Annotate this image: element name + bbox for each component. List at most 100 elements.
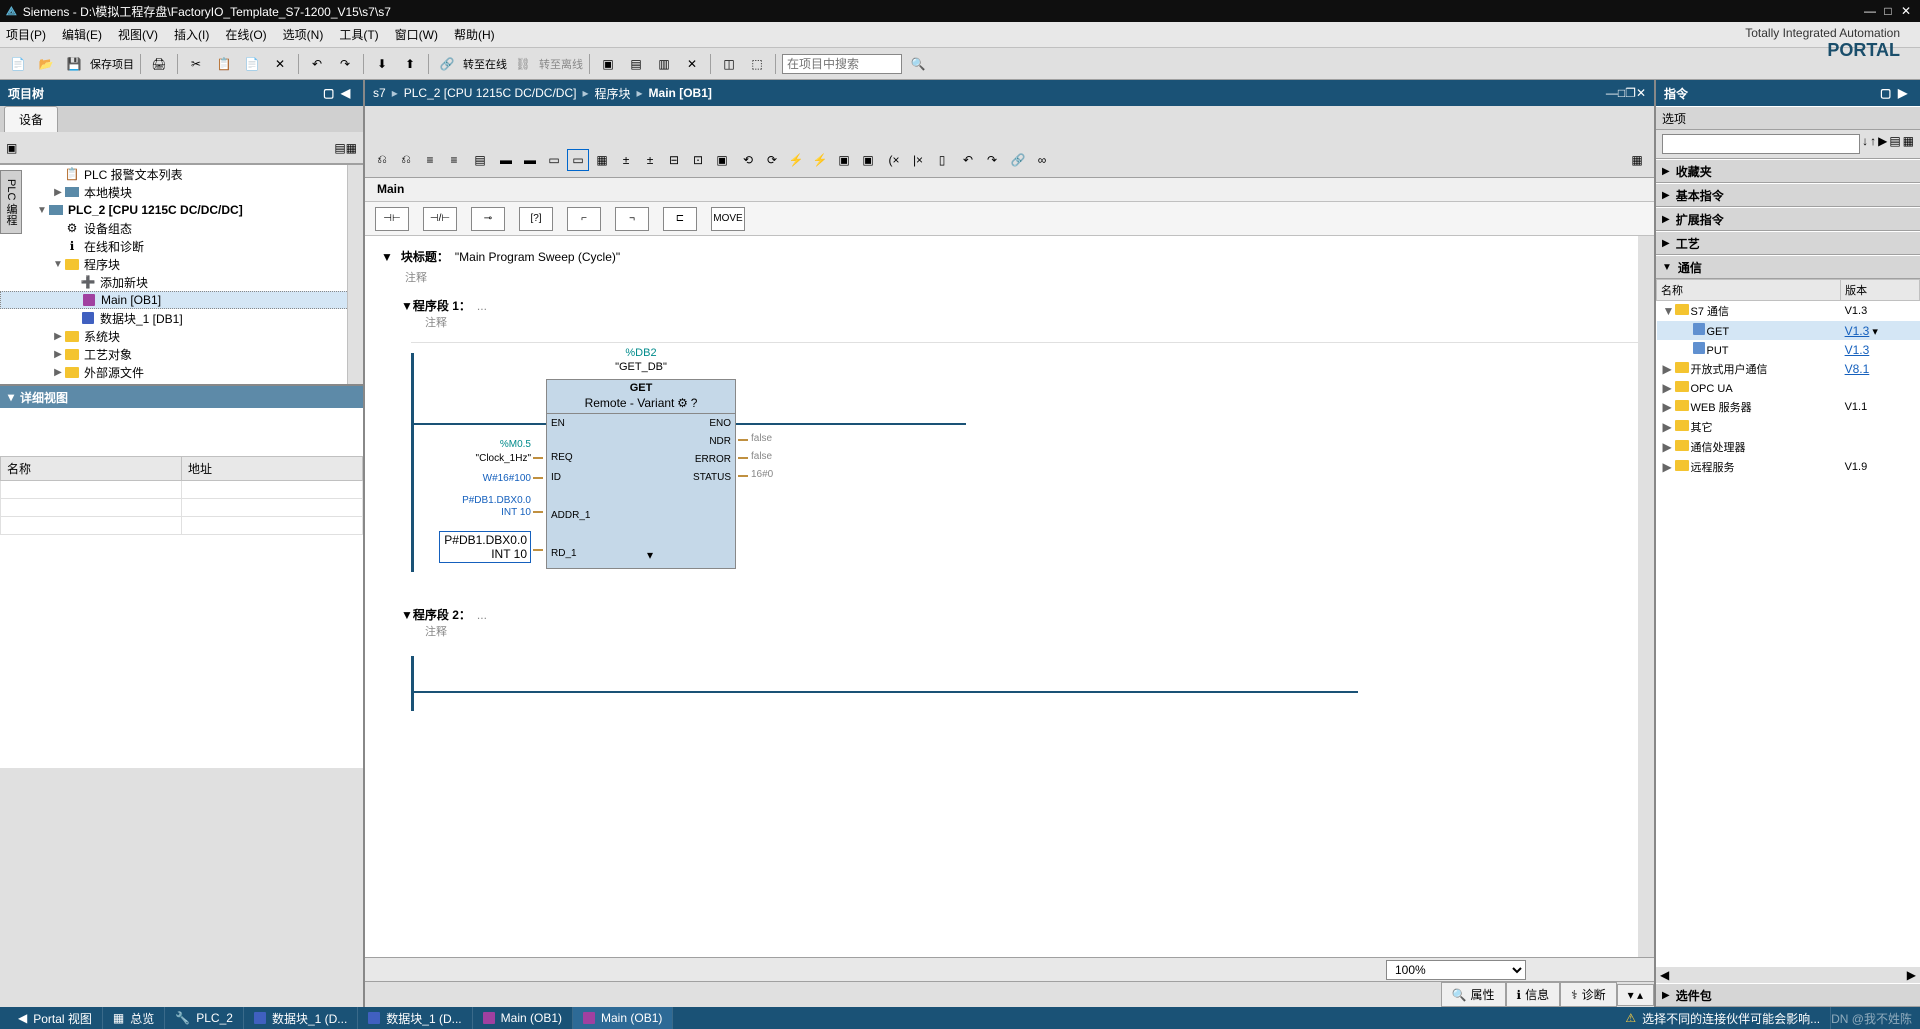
download-button[interactable]: ⬇	[370, 52, 394, 76]
block-collapse-icon[interactable]: ▼	[381, 250, 393, 264]
etb-21[interactable]: ▣	[857, 149, 879, 171]
instr-search-btn3[interactable]: ▶	[1878, 134, 1887, 154]
etb-22[interactable]: (×	[883, 149, 905, 171]
etb-9[interactable]: ▭	[567, 149, 589, 171]
tree-system-blocks[interactable]: ▶系统块	[0, 327, 363, 345]
tree-diag[interactable]: ℹ在线和诊断	[0, 237, 363, 255]
instr-search-btn2[interactable]: ↑	[1870, 134, 1876, 154]
etb-23[interactable]: |×	[907, 149, 929, 171]
bc-plc[interactable]: PLC_2 [CPU 1215C DC/DC/DC]	[404, 86, 577, 100]
undo-button[interactable]: ↶	[305, 52, 329, 76]
req-addr[interactable]: %M0.5	[431, 439, 531, 450]
project-search-input[interactable]	[782, 54, 902, 74]
tb-1[interactable]: ▣	[596, 52, 620, 76]
close-button[interactable]: ✕	[1898, 4, 1914, 18]
tree-tb-2[interactable]: ▤	[334, 141, 345, 155]
redo-button[interactable]: ↷	[333, 52, 357, 76]
tree-db1[interactable]: 数据块_1 [DB1]	[0, 309, 363, 327]
paste-button[interactable]: 📄	[240, 52, 264, 76]
sb-db1a[interactable]: 数据块_1 (D...	[244, 1007, 358, 1029]
ed-max-icon[interactable]: □	[1618, 86, 1625, 100]
split-h-button[interactable]: ◫	[717, 52, 741, 76]
etb-1[interactable]: ⎌	[371, 149, 393, 171]
menu-help[interactable]: 帮助(H)	[454, 26, 495, 43]
etb-17[interactable]: ⟳	[761, 149, 783, 171]
net2-collapse-icon[interactable]: ▼	[401, 608, 413, 622]
minimize-button[interactable]: —	[1862, 4, 1878, 18]
ed-min-icon[interactable]: —	[1606, 86, 1618, 100]
menu-tools[interactable]: 工具(T)	[339, 26, 378, 43]
favorites-section[interactable]: ▶收藏夹	[1656, 159, 1920, 183]
collapse-icon[interactable]: ◀	[341, 86, 355, 100]
etb-19[interactable]: ⚡	[809, 149, 831, 171]
etb-6[interactable]: ▬	[495, 149, 517, 171]
id-value[interactable]: W#16#100	[431, 473, 531, 484]
tree-add-block[interactable]: ➕添加新块	[0, 273, 363, 291]
etb-12[interactable]: ±	[639, 149, 661, 171]
etb-26[interactable]: ↷	[981, 149, 1003, 171]
basic-section[interactable]: ▶基本指令	[1656, 183, 1920, 207]
etb-24[interactable]: ▯	[931, 149, 953, 171]
instruction-row[interactable]: ▶OPC UA	[1657, 379, 1920, 397]
lad-move[interactable]: MOVE	[711, 207, 745, 231]
etb-4[interactable]: ≡	[443, 149, 465, 171]
sb-main2[interactable]: Main (OB1)	[573, 1007, 673, 1029]
instr-search-btn1[interactable]: ↓	[1862, 134, 1868, 154]
bc-project[interactable]: s7	[373, 86, 386, 100]
ladder-editor[interactable]: ▼ 块标题： "Main Program Sweep (Cycle)" 注释 ▼…	[365, 236, 1654, 957]
etb-15[interactable]: ▣	[711, 149, 733, 171]
etb-8[interactable]: ▭	[543, 149, 565, 171]
etb-10[interactable]: ▦	[591, 149, 613, 171]
instr-view-btn1[interactable]: ▤	[1889, 134, 1900, 154]
menu-options[interactable]: 选项(N)	[283, 26, 324, 43]
etb-20[interactable]: ▣	[833, 149, 855, 171]
delete-button[interactable]: ✕	[268, 52, 292, 76]
etb-view[interactable]: ▦	[1626, 149, 1648, 171]
etb-13[interactable]: ⊟	[663, 149, 685, 171]
tb-3[interactable]: ▥	[652, 52, 676, 76]
etb-16[interactable]: ⟲	[737, 149, 759, 171]
portal-view-button[interactable]: ◀ Portal 视图	[8, 1007, 103, 1029]
etb-3[interactable]: ≡	[419, 149, 441, 171]
tab-diagnostics[interactable]: ⚕诊断	[1560, 982, 1617, 1007]
etb-25[interactable]: ↶	[957, 149, 979, 171]
upload-button[interactable]: ⬆	[398, 52, 422, 76]
etb-28[interactable]: ∞	[1031, 149, 1053, 171]
maximize-button[interactable]: □	[1880, 4, 1896, 18]
etb-18[interactable]: ⚡	[785, 149, 807, 171]
instruction-row[interactable]: ▶WEB 服务器V1.1	[1657, 397, 1920, 417]
lad-branch-open[interactable]: ⌐	[567, 207, 601, 231]
rd1-input[interactable]: P#DB1.DBX0.0INT 10	[439, 531, 531, 563]
cardpack-section[interactable]: ▶选件包	[1656, 983, 1920, 1007]
project-tree[interactable]: 📋PLC 报警文本列表 ▶本地模块 ▼PLC_2 [CPU 1215C DC/D…	[0, 164, 363, 384]
network-2[interactable]	[411, 651, 1638, 711]
col-name[interactable]: 名称	[1657, 280, 1841, 301]
menu-project[interactable]: 项目(P)	[6, 26, 46, 43]
hscroll-left[interactable]: ◀	[1660, 968, 1669, 982]
instruction-row[interactable]: ▶开放式用户通信V8.1	[1657, 359, 1920, 379]
tree-main-ob1[interactable]: Main [OB1]	[0, 291, 363, 309]
menu-online[interactable]: 在线(O)	[225, 26, 266, 43]
block-comment[interactable]: 注释	[405, 269, 1638, 285]
zoom-select[interactable]: 100%	[1386, 960, 1526, 980]
hscroll-right[interactable]: ▶	[1907, 968, 1916, 982]
addr1-ptr[interactable]: P#DB1.DBX0.0	[431, 495, 531, 506]
cut-button[interactable]: ✂	[184, 52, 208, 76]
ed-restore-icon[interactable]: ❐	[1625, 86, 1636, 100]
options-section[interactable]: 选项	[1656, 106, 1920, 130]
gooffline-icon[interactable]: ⛓	[511, 52, 535, 76]
lad-branch-close[interactable]: ¬	[615, 207, 649, 231]
tree-devcfg[interactable]: ⚙设备组态	[0, 219, 363, 237]
lad-branch[interactable]: ⊏	[663, 207, 697, 231]
tree-ext-sources[interactable]: ▶外部源文件	[0, 363, 363, 381]
sb-main1[interactable]: Main (OB1)	[473, 1007, 573, 1029]
tree-tech-objects[interactable]: ▶工艺对象	[0, 345, 363, 363]
communication-section[interactable]: ▼通信	[1656, 255, 1920, 279]
etb-5[interactable]: ▤	[469, 149, 491, 171]
fb-help-icon[interactable]: ?	[691, 396, 698, 410]
tree-tb-1[interactable]: ▣	[6, 141, 17, 155]
sb-db1b[interactable]: 数据块_1 (D...	[358, 1007, 472, 1029]
extended-section[interactable]: ▶扩展指令	[1656, 207, 1920, 231]
open-project-button[interactable]: 📂	[34, 52, 58, 76]
instruction-search-input[interactable]	[1662, 134, 1860, 154]
